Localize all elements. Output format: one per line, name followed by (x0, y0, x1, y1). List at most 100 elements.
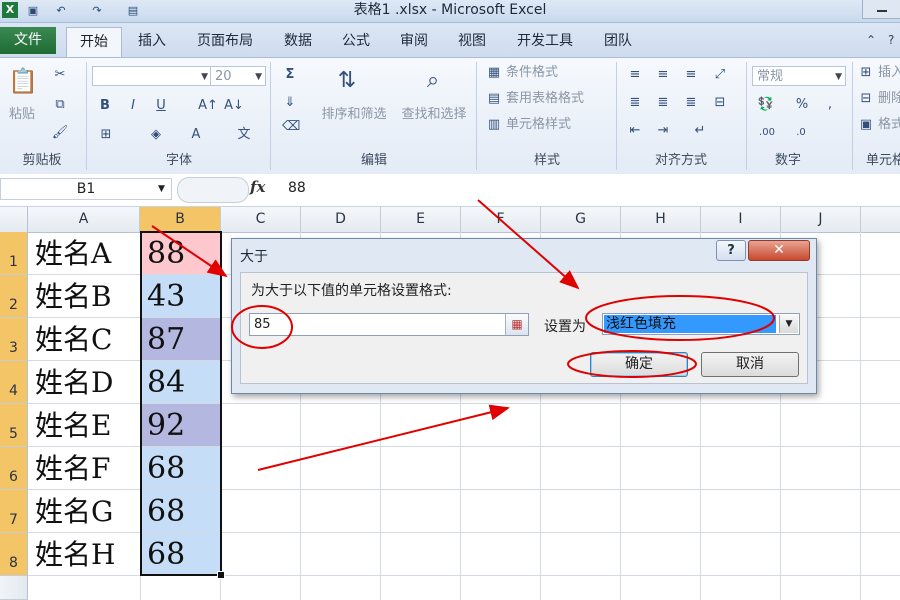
underline-button[interactable]: U (152, 97, 170, 115)
comma-icon[interactable]: , (824, 96, 836, 114)
ribbon-collapse-icon[interactable]: ⌃ (866, 33, 876, 47)
table-format-button[interactable]: 套用表格格式 (506, 90, 584, 108)
conditional-format-icon[interactable]: ▦ (486, 64, 502, 82)
merge-center-icon[interactable]: ⊟ (710, 94, 730, 112)
format-cells-button[interactable]: 格式 (878, 116, 900, 134)
column-header[interactable]: E (381, 207, 461, 232)
delete-cells-icon[interactable]: ⊟ (858, 90, 874, 108)
chevron-down-icon[interactable]: ▼ (779, 315, 798, 333)
tab-insert[interactable]: 插入 (130, 27, 174, 55)
font-name-combo[interactable]: ▼ (92, 66, 212, 86)
shrink-font-icon[interactable]: A↓ (224, 97, 244, 115)
cell-a2[interactable]: 姓名B (29, 275, 140, 317)
row-header[interactable]: 5 (0, 404, 28, 447)
delete-cells-button[interactable]: 删除 (878, 90, 900, 108)
ok-button[interactable]: 确定 (590, 352, 688, 377)
cell-a5[interactable]: 姓名E (29, 404, 140, 446)
column-header[interactable]: C (221, 207, 301, 232)
tab-developer[interactable]: 开发工具 (508, 27, 582, 55)
fill-icon[interactable]: ⇓ (282, 94, 298, 112)
dialog-help-button[interactable]: ? (716, 240, 746, 261)
paste-button[interactable]: 粘贴 (4, 106, 40, 124)
borders-icon[interactable]: ⊞ (96, 126, 116, 144)
align-center-icon[interactable]: ≣ (654, 94, 672, 112)
decrease-indent-icon[interactable]: ⇤ (626, 122, 644, 140)
row-header[interactable]: 6 (0, 447, 28, 490)
sort-filter-button[interactable]: 排序和筛选 (314, 106, 394, 124)
conditional-format-button[interactable]: 条件格式 (506, 64, 558, 82)
tab-home[interactable]: 开始 (66, 27, 122, 58)
column-header[interactable]: H (621, 207, 701, 232)
wrap-text-icon[interactable]: ↵ (690, 122, 710, 140)
find-select-button[interactable]: 查找和选择 (394, 106, 474, 124)
column-header[interactable]: A (28, 207, 140, 232)
italic-button[interactable]: I (124, 97, 142, 115)
cell-a3[interactable]: 姓名C (29, 318, 140, 360)
cell-a1[interactable]: 姓名A (29, 232, 140, 274)
phonetic-icon[interactable]: 文 (232, 126, 256, 144)
tab-formulas[interactable]: 公式 (334, 27, 378, 55)
row-header[interactable]: 4 (0, 361, 28, 404)
format-cells-icon[interactable]: ▣ (858, 116, 874, 134)
cell-styles-button[interactable]: 单元格样式 (506, 116, 571, 134)
cut-icon[interactable]: ✂ (50, 66, 70, 84)
row-header[interactable]: 3 (0, 318, 28, 361)
chevron-down-icon[interactable]: ▼ (158, 184, 165, 194)
align-right-icon[interactable]: ≣ (682, 94, 700, 112)
decrease-decimal-icon[interactable]: .0 (790, 124, 812, 142)
row-header[interactable]: 7 (0, 490, 28, 533)
formula-input[interactable]: 88 (288, 180, 306, 196)
table-format-icon[interactable]: ▤ (486, 90, 502, 108)
formula-bar-expander[interactable] (177, 177, 249, 203)
find-select-icon[interactable]: ⌕ (416, 66, 450, 96)
column-header[interactable]: F (461, 207, 541, 232)
fill-handle[interactable] (217, 571, 225, 579)
tab-view[interactable]: 视图 (450, 27, 494, 55)
fill-color-icon[interactable]: ◈ (144, 126, 168, 144)
column-header[interactable]: J (781, 207, 861, 232)
currency-icon[interactable]: 💱 (756, 96, 776, 114)
cell-a8[interactable]: 姓名H (29, 533, 140, 575)
row-header[interactable] (0, 576, 28, 600)
help-icon[interactable]: ? (888, 33, 894, 47)
tab-page-layout[interactable]: 页面布局 (188, 27, 262, 55)
tab-team[interactable]: 团队 (596, 27, 640, 55)
column-header[interactable]: G (541, 207, 621, 232)
cell-a4[interactable]: 姓名D (29, 361, 140, 403)
select-all-corner[interactable] (0, 207, 28, 232)
increase-indent-icon[interactable]: ⇥ (654, 122, 672, 140)
row-header[interactable]: 8 (0, 533, 28, 576)
orientation-icon[interactable]: ⤢ (710, 66, 730, 84)
tab-file[interactable]: 文件 (0, 27, 56, 54)
font-size-combo[interactable]: 20 ▼ (210, 66, 266, 86)
column-header[interactable]: D (301, 207, 381, 232)
insert-cells-button[interactable]: 插入 (878, 64, 900, 82)
tab-review[interactable]: 审阅 (392, 27, 436, 55)
name-box[interactable]: B1 (0, 178, 172, 200)
paste-icon[interactable]: 📋 (8, 66, 38, 96)
threshold-input[interactable]: 85 (249, 313, 529, 336)
insert-function-button[interactable]: fx (250, 178, 265, 196)
column-header[interactable]: I (701, 207, 781, 232)
clear-icon[interactable]: ⌫ (282, 118, 300, 136)
cancel-button[interactable]: 取消 (701, 352, 799, 377)
grow-font-icon[interactable]: A↑ (198, 97, 218, 115)
bold-button[interactable]: B (96, 97, 114, 115)
sort-filter-icon[interactable]: ⇅ (330, 66, 364, 96)
align-top-icon[interactable]: ≡ (626, 66, 644, 84)
row-header[interactable]: 1 (0, 232, 28, 275)
tab-data[interactable]: 数据 (276, 27, 320, 55)
cell-styles-icon[interactable]: ▥ (486, 116, 502, 134)
minimize-button[interactable] (862, 0, 900, 19)
font-color-icon[interactable]: A (186, 126, 206, 144)
dialog-close-button[interactable]: ✕ (748, 240, 810, 261)
cell-a6[interactable]: 姓名F (29, 447, 140, 489)
format-select-value[interactable]: 浅红色填充 (604, 315, 776, 333)
cell-a7[interactable]: 姓名G (29, 490, 140, 532)
format-painter-icon[interactable]: 🖌 (50, 124, 70, 142)
copy-icon[interactable]: ⧉ (50, 96, 70, 114)
increase-decimal-icon[interactable]: .00 (756, 124, 778, 142)
percent-button[interactable]: % (794, 96, 810, 114)
autosum-icon[interactable]: Σ (282, 66, 298, 84)
align-middle-icon[interactable]: ≡ (654, 66, 672, 84)
